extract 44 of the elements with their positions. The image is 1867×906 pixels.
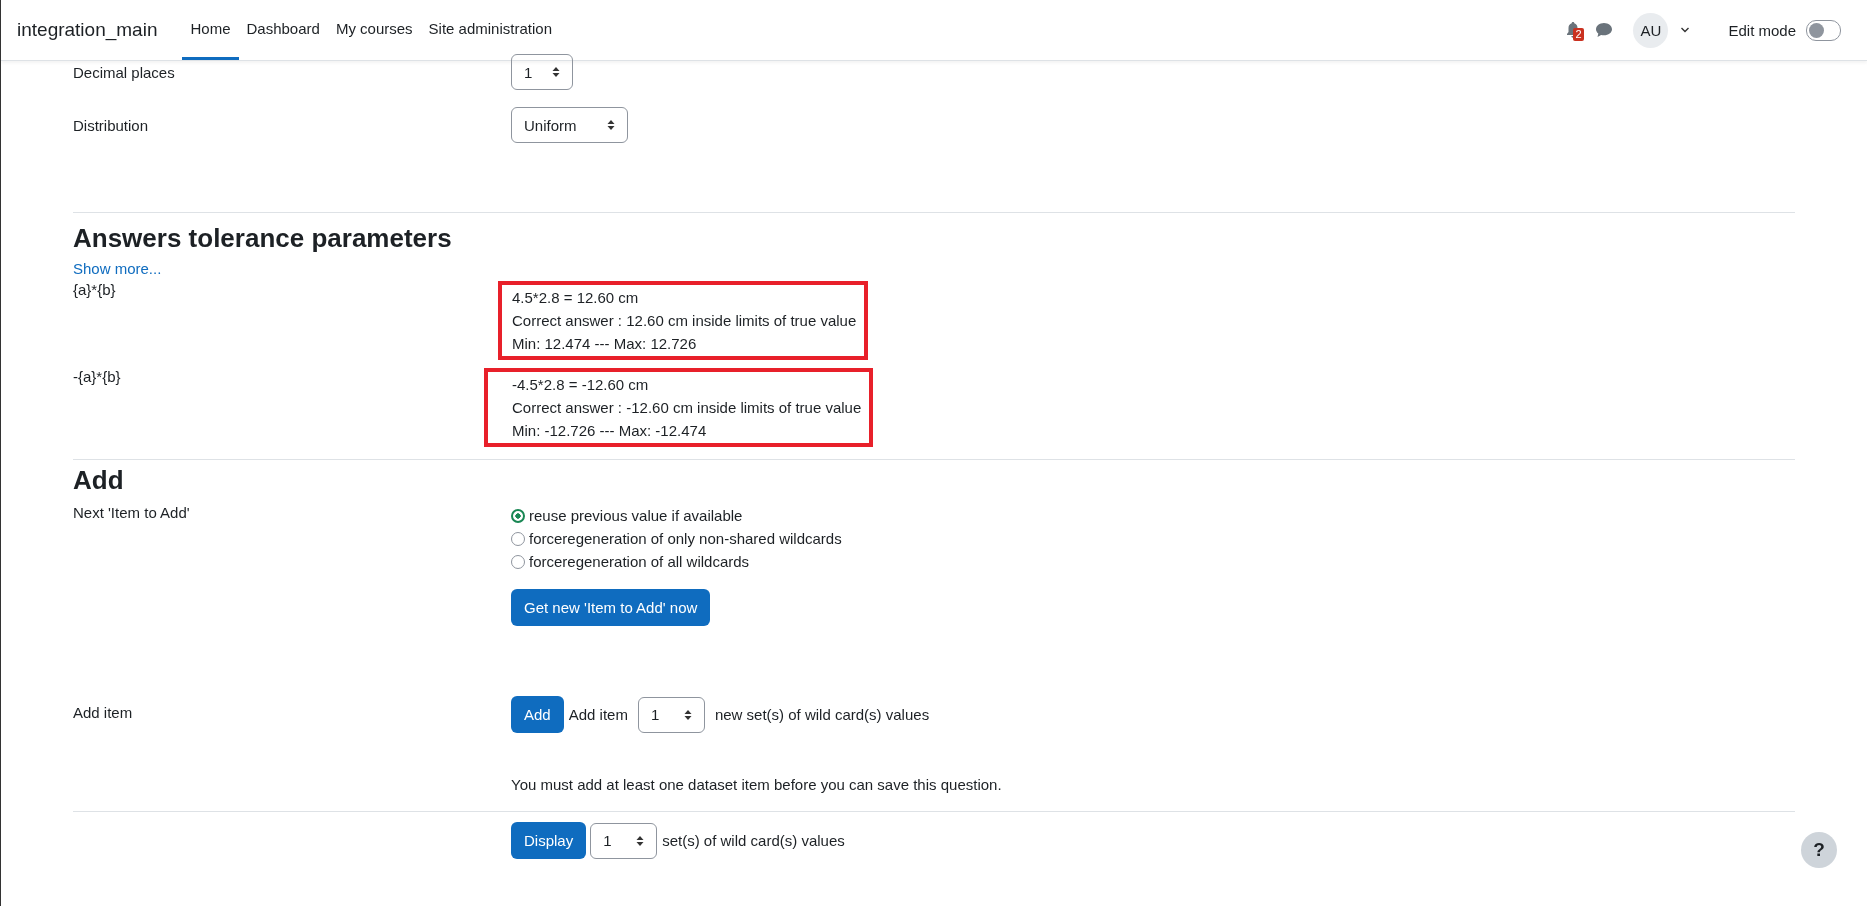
help-button[interactable]: ?	[1801, 832, 1837, 868]
field-label: Decimal places	[73, 63, 176, 81]
get-new-item-button[interactable]: Get new 'Item to Add' now	[511, 589, 711, 626]
section-heading: Answers tolerance parameters	[73, 223, 453, 254]
up-down-arrows-icon	[636, 834, 645, 847]
edit-mode-label: Edit mode	[1728, 21, 1796, 39]
show-more-link[interactable]: Show more...	[73, 260, 162, 277]
field-label: Add item	[73, 703, 134, 721]
nav-link[interactable]: My courses	[327, 0, 421, 60]
field-label: Distribution	[73, 116, 150, 134]
formula-label: {a}*{b}	[73, 281, 117, 300]
select-field[interactable]: 1	[511, 54, 574, 90]
nav-link[interactable]: Dashboard	[238, 0, 328, 60]
site-name[interactable]: integration_main	[17, 19, 158, 41]
chat-bubble-icon[interactable]	[1595, 22, 1614, 38]
display-button[interactable]: Display	[511, 822, 587, 859]
add-button[interactable]: Add	[511, 696, 564, 733]
user-avatar[interactable]: AU	[1633, 12, 1669, 48]
add-item-text: Add item	[568, 706, 628, 723]
answer-text: 4.5*2.8 = 12.60 cm	[512, 288, 640, 308]
answer-text: Correct answer : 12.60 cm inside limits of true value	[512, 311, 857, 331]
radio-option[interactable]: forceregeneration of only non-shared wildcards	[511, 527, 842, 550]
notification-badge: 2	[1573, 28, 1584, 41]
nav-link[interactable]: Home	[182, 0, 239, 60]
answer-text: Min: -12.726 --- Max: -12.474	[512, 421, 708, 441]
caret-icon[interactable]	[1680, 26, 1691, 34]
field-label: Next 'Item to Add'	[73, 504, 191, 523]
radio-option[interactable]: reuse previous value if available	[511, 504, 743, 527]
answer-text: Correct answer : -12.60 cm inside limits of true value	[512, 398, 862, 418]
field-suffix: set(s) of wild card(s) values	[662, 832, 845, 849]
field-suffix: new set(s) of wild card(s) values	[714, 706, 930, 723]
edit-mode-toggle[interactable]	[1806, 19, 1841, 41]
answer-text: -4.5*2.8 = -12.60 cm	[512, 375, 650, 395]
info-message: You must add at least one dataset item before you can save this question.	[511, 776, 1002, 793]
radio-option[interactable]: forceregeneration of all wildcards	[511, 550, 750, 573]
select-field[interactable]: Uniform	[511, 107, 628, 143]
up-down-arrows-icon	[683, 708, 692, 721]
select-field[interactable]: 1	[590, 822, 658, 859]
formula-label: -{a}*{b}	[73, 368, 122, 387]
select-field[interactable]: 1	[637, 696, 705, 733]
answer-text: Min: 12.474 --- Max: 12.726	[512, 334, 698, 354]
section-heading: Add	[73, 465, 125, 496]
up-down-arrows-icon	[552, 66, 561, 78]
up-down-arrows-icon	[607, 119, 615, 131]
